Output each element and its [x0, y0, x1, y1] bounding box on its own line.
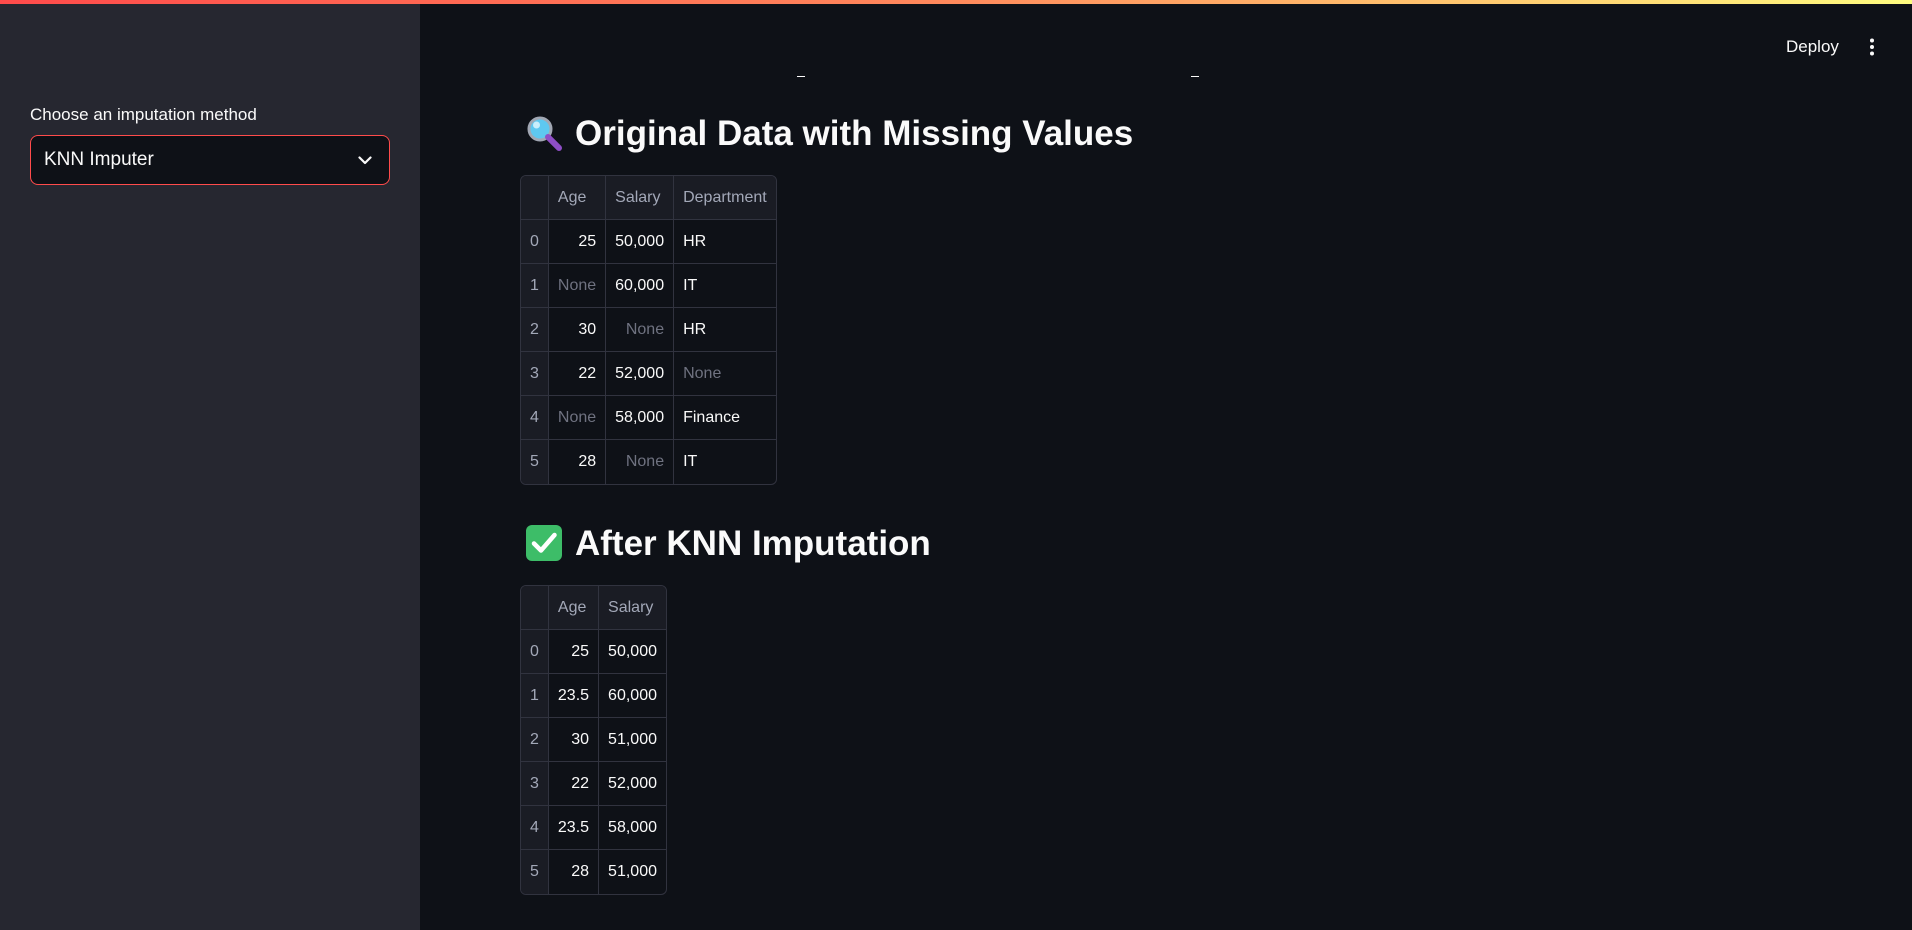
imputation-method-label: Choose an imputation method [30, 105, 257, 124]
table-row: 3 22 52,000 None [521, 352, 776, 396]
table-cell[interactable]: 50,000 [606, 220, 675, 264]
missing-value-cell[interactable]: None [548, 264, 607, 308]
missing-value-cell[interactable]: None [606, 308, 675, 352]
original-data-heading: Original Data with Missing Values [525, 114, 1133, 152]
column-header[interactable]: Salary [599, 586, 666, 630]
table-cell[interactable]: 51,000 [599, 850, 666, 894]
row-index[interactable]: 3 [521, 352, 549, 396]
column-header[interactable]: Age [548, 586, 600, 630]
row-index[interactable]: 2 [521, 308, 549, 352]
table-row: 2 30 None HR [521, 308, 776, 352]
row-index[interactable]: 1 [521, 264, 549, 308]
sidebar: Choose an imputation method KNN Imputer [0, 0, 420, 930]
missing-value-cell[interactable]: None [606, 440, 675, 484]
table-cell[interactable]: 50,000 [599, 630, 666, 674]
table-cell[interactable]: 30 [548, 308, 607, 352]
table-row: 4 None 58,000 Finance [521, 396, 776, 440]
missing-value-cell[interactable]: None [674, 352, 776, 396]
table-cell[interactable]: 52,000 [599, 762, 666, 806]
top-decoration-bar [0, 0, 1912, 4]
table-row: 3 22 52,000 [521, 762, 666, 806]
check-mark-icon [525, 524, 563, 562]
select-value: KNN Imputer [44, 149, 154, 170]
missing-value-cell[interactable]: None [548, 396, 607, 440]
column-header[interactable]: Salary [606, 176, 675, 220]
table-cell[interactable]: IT [674, 264, 776, 308]
kebab-menu-icon[interactable] [1862, 36, 1882, 58]
table-header-row: Age Salary [521, 586, 666, 630]
table-cell[interactable]: 30 [548, 718, 600, 762]
table-row: 1 23.5 60,000 [521, 674, 666, 718]
row-index[interactable]: 3 [521, 762, 549, 806]
index-header[interactable] [521, 586, 549, 630]
table-row: 1 None 60,000 IT [521, 264, 776, 308]
table-cell[interactable]: HR [674, 220, 776, 264]
imputation-method-select[interactable]: KNN Imputer [30, 135, 390, 185]
table-cell[interactable]: 22 [548, 762, 600, 806]
decorative-dash [797, 76, 805, 77]
magnifier-icon [525, 114, 563, 152]
table-cell[interactable]: Finance [674, 396, 776, 440]
row-index[interactable]: 0 [521, 630, 549, 674]
table-cell[interactable]: 28 [549, 440, 607, 484]
original-data-title: Original Data with Missing Values [575, 113, 1134, 153]
table-row: 5 28 None IT [521, 440, 776, 484]
table-cell[interactable]: 28 [549, 850, 600, 894]
row-index[interactable]: 4 [521, 396, 549, 440]
table-cell[interactable]: 58,000 [599, 806, 666, 850]
imputed-data-heading: After KNN Imputation [525, 524, 931, 562]
table-cell[interactable]: 51,000 [599, 718, 666, 762]
table-cell[interactable]: 22 [548, 352, 607, 396]
table-cell[interactable]: 60,000 [606, 264, 675, 308]
row-index[interactable]: 2 [521, 718, 549, 762]
chevron-down-icon [357, 152, 373, 168]
column-header[interactable]: Age [548, 176, 607, 220]
table-cell[interactable]: 25 [548, 630, 600, 674]
table-row: 0 25 50,000 HR [521, 220, 776, 264]
row-index[interactable]: 5 [521, 850, 549, 894]
deploy-button[interactable]: Deploy [1786, 37, 1839, 57]
imputed-data-table[interactable]: Age Salary 0 25 50,000 1 23.5 60,000 2 30 51,000 3… [520, 585, 667, 895]
table-row: 4 23.5 58,000 [521, 806, 666, 850]
column-header[interactable]: Department [674, 176, 776, 220]
table-row: 0 25 50,000 [521, 630, 666, 674]
imputed-data-title: After KNN Imputation [575, 523, 931, 563]
table-header-row: Age Salary Department [521, 176, 776, 220]
row-index[interactable]: 5 [521, 440, 549, 484]
original-data-table[interactable]: Age Salary Department 0 25 50,000 HR 1 None 60,0… [520, 175, 777, 485]
table-row: 5 28 51,000 [521, 850, 666, 894]
table-cell[interactable]: 23.5 [548, 806, 600, 850]
row-index[interactable]: 1 [521, 674, 549, 718]
row-index[interactable]: 0 [521, 220, 549, 264]
table-cell[interactable]: HR [674, 308, 776, 352]
table-cell[interactable]: 25 [548, 220, 607, 264]
row-index[interactable]: 4 [521, 806, 549, 850]
index-header[interactable] [521, 176, 549, 220]
decorative-dash [1191, 76, 1199, 77]
table-cell[interactable]: 58,000 [606, 396, 675, 440]
table-cell[interactable]: 52,000 [606, 352, 675, 396]
table-cell[interactable]: 23.5 [548, 674, 600, 718]
table-cell[interactable]: IT [674, 440, 776, 484]
table-cell[interactable]: 60,000 [599, 674, 666, 718]
table-row: 2 30 51,000 [521, 718, 666, 762]
